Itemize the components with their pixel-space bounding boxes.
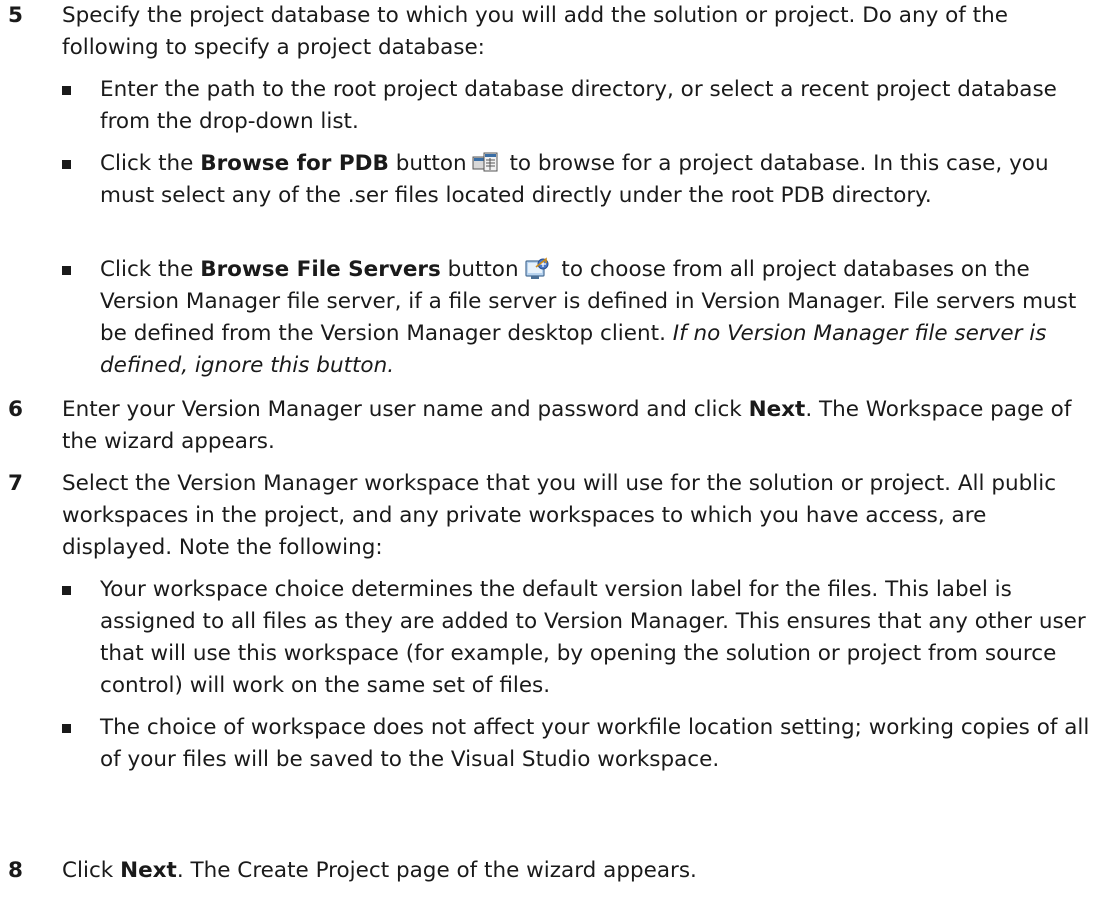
bullet-marker <box>62 86 71 95</box>
document-page: 5 Specify the project database to which … <box>0 0 1107 905</box>
bullet-marker <box>62 266 71 275</box>
step-text: Specify the project database to which yo… <box>62 3 1008 60</box>
text-run: button <box>388 151 467 176</box>
list-item-text: Click the Browse for PDB button to brows… <box>100 148 1090 212</box>
step-number: 7 <box>8 471 23 496</box>
text-run: Click the <box>100 151 201 176</box>
ui-term: Browse File Servers <box>200 257 441 282</box>
text-run: . The Create Project page of the wizard … <box>176 858 697 883</box>
list-item-text: The choice of workspace does not affect … <box>100 715 1090 772</box>
browse-pdb-icon <box>472 152 498 172</box>
bullet-marker <box>62 724 71 733</box>
text-run: button <box>440 257 519 282</box>
step-text: Select the Version Manager workspace tha… <box>62 471 1057 560</box>
list-item-text: Your workspace choice determines the def… <box>100 577 1086 698</box>
text-run: Click <box>62 858 121 883</box>
ui-term: Browse for PDB <box>200 151 389 176</box>
step-number: 8 <box>8 858 23 883</box>
list-item-text: Click the Browse File Servers button to … <box>100 254 1090 382</box>
bullet-marker <box>62 586 71 595</box>
text-run: Click the <box>100 257 201 282</box>
text-run: Enter your Version Manager user name and… <box>62 397 749 422</box>
step-text: Click Next. The Create Project page of t… <box>62 855 1097 887</box>
browse-file-servers-icon <box>524 257 549 279</box>
step-number: 5 <box>8 3 23 28</box>
list-item-text: Enter the path to the root project datab… <box>100 77 1057 134</box>
step-text: Enter your Version Manager user name and… <box>62 394 1092 458</box>
step-number: 6 <box>8 397 23 422</box>
bullet-marker <box>62 160 71 169</box>
ui-term: Next <box>748 397 806 422</box>
ui-term: Next <box>120 858 177 883</box>
